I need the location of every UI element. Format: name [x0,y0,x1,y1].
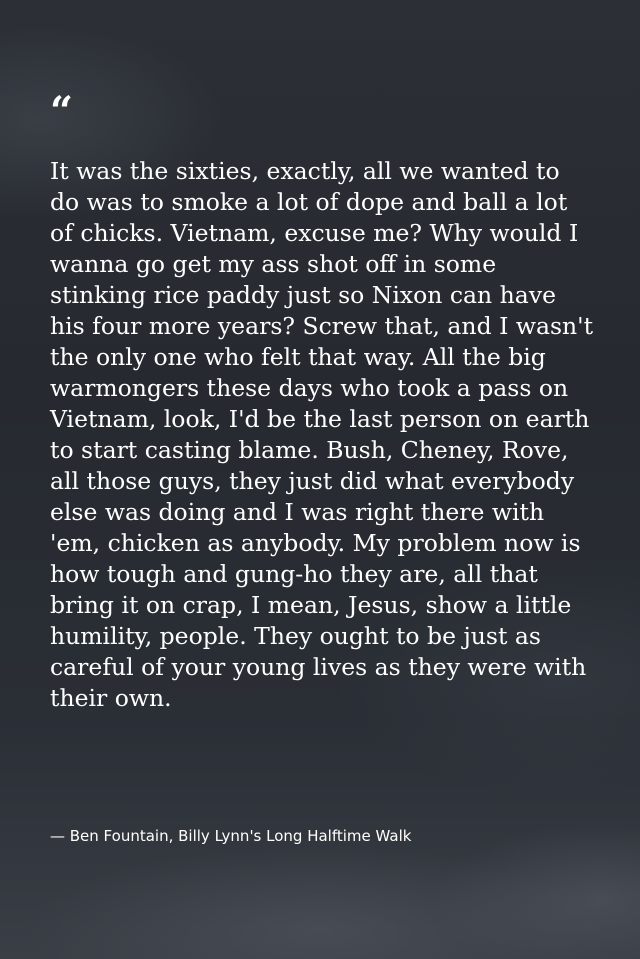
quote-text: It was the sixties, exactly, all we want… [50,157,594,712]
quotation-mark-icon: “ [50,88,74,135]
quote-attribution: — Ben Fountain, Billy Lynn's Long Halfti… [50,827,412,845]
